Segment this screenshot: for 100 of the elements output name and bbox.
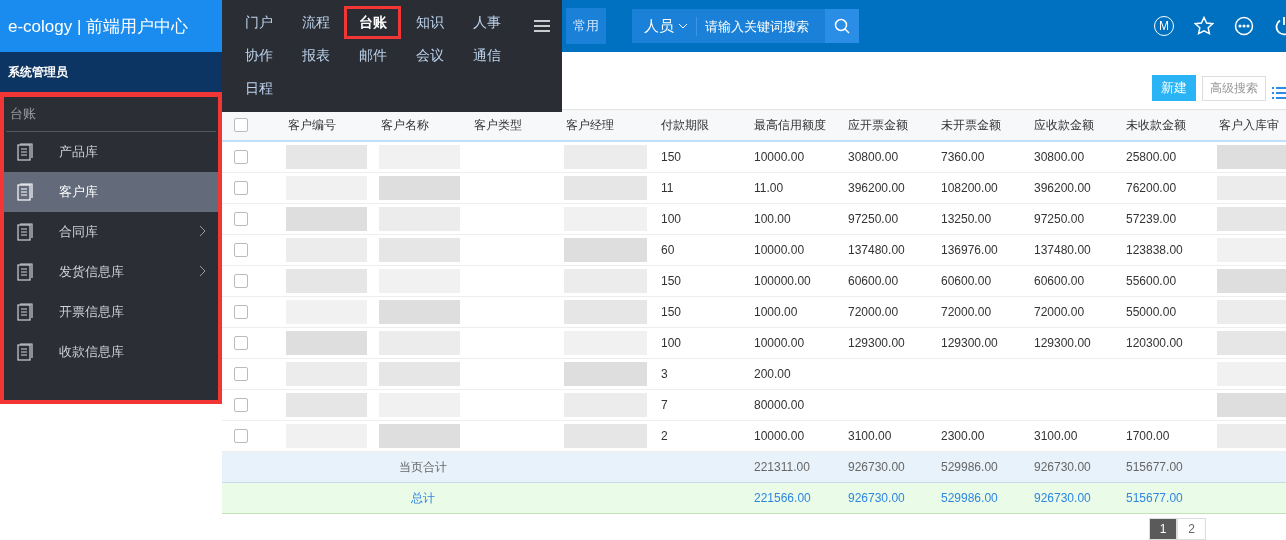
menu-item[interactable]: 台账 [344, 6, 401, 39]
scope-dropdown[interactable]: 人员 [632, 16, 697, 36]
summary-value: 529986.00 [941, 491, 998, 505]
column-header[interactable]: 应开票金额 [840, 109, 933, 141]
table-cell: 60600.00 [1026, 265, 1118, 297]
table-cell: 129300.00 [933, 327, 1026, 359]
row-checkbox[interactable] [234, 150, 248, 164]
table-cell: 3 [653, 358, 746, 390]
sidebar-item[interactable]: 客户库 [4, 172, 218, 212]
table-cell: 200.00 [746, 358, 840, 390]
star-icon[interactable] [1194, 16, 1214, 36]
table-cell: 76200.00 [1118, 172, 1211, 204]
summary-value: 515677.00 [1126, 460, 1183, 474]
menu-item[interactable]: 人事 [458, 6, 515, 39]
redacted-block [1217, 331, 1286, 355]
row-checkbox[interactable] [234, 429, 248, 443]
table-cell: 30800.00 [1026, 141, 1118, 173]
list-view-icon[interactable] [1272, 85, 1286, 101]
section-title: 台账 [6, 97, 216, 132]
row-checkbox[interactable] [234, 212, 248, 226]
table-cell: 13250.00 [933, 203, 1026, 235]
table-cell: 80000.00 [746, 389, 840, 421]
menu-item[interactable]: 知识 [401, 6, 458, 39]
column-header[interactable]: 客户经理 [558, 109, 653, 141]
column-header[interactable]: 付款期限 [653, 109, 746, 141]
summary-value: 926730.00 [1034, 491, 1091, 505]
row-checkbox[interactable] [234, 305, 248, 319]
menu-item[interactable]: 通信 [458, 39, 515, 72]
table-cell: 72000.00 [1026, 296, 1118, 328]
table-cell: 137480.00 [1026, 234, 1118, 266]
table-cell: 396200.00 [840, 172, 933, 204]
select-all-checkbox[interactable] [234, 118, 248, 132]
table-cell: 55600.00 [1118, 265, 1211, 297]
menu-item[interactable]: 报表 [287, 39, 344, 72]
sidebar-item[interactable]: 开票信息库 [4, 292, 218, 332]
menu-item[interactable]: 协作 [230, 39, 287, 72]
search-field[interactable]: 人员 请输入关键词搜索 [632, 9, 859, 43]
table-cell: 7360.00 [933, 141, 1026, 173]
redacted-block [1217, 269, 1286, 293]
redacted-block [1217, 145, 1286, 169]
summary-value: 221311.00 [754, 460, 810, 474]
row-checkbox[interactable] [234, 367, 248, 381]
sidebar-item[interactable]: 收款信息库 [4, 332, 218, 372]
table-cell: 60 [653, 234, 746, 266]
table-cell: 1700.00 [1118, 420, 1211, 452]
column-header[interactable]: 未收款金额 [1118, 109, 1211, 141]
table-cell: 57239.00 [1118, 203, 1211, 235]
row-checkbox[interactable] [234, 243, 248, 257]
table-cell: 150 [653, 141, 746, 173]
row-checkbox[interactable] [234, 398, 248, 412]
more-icon[interactable] [1234, 16, 1254, 36]
table-cell: 100000.00 [746, 265, 840, 297]
document-icon [17, 143, 33, 161]
table-cell: 11 [653, 172, 746, 204]
menu-item[interactable]: 门户 [230, 6, 287, 39]
column-header[interactable]: 最高信用额度 [746, 109, 840, 141]
sidebar-item[interactable]: 合同库 [4, 212, 218, 252]
summary-label: 当页合计 [399, 459, 447, 474]
menu-item[interactable]: 日程 [230, 72, 287, 105]
table-cell: 100 [653, 203, 746, 235]
summary-value: 926730.00 [848, 491, 905, 505]
table-cell: 97250.00 [1026, 203, 1118, 235]
row-checkbox[interactable] [234, 274, 248, 288]
table-cell: 10000.00 [746, 420, 840, 452]
sidebar-item[interactable]: 发货信息库 [4, 252, 218, 292]
page-button[interactable]: 2 [1177, 518, 1206, 540]
column-header[interactable]: 应收款金额 [1026, 109, 1118, 141]
table-cell: 108200.00 [933, 172, 1026, 204]
table-cell: 2 [653, 420, 746, 452]
table-cell: 129300.00 [840, 327, 933, 359]
document-icon [17, 223, 33, 241]
menu-item[interactable]: 邮件 [344, 39, 401, 72]
table-cell: 60600.00 [933, 265, 1026, 297]
search-icon[interactable] [834, 18, 850, 34]
table-cell: 120300.00 [1118, 327, 1211, 359]
menu-icon[interactable] [534, 20, 550, 32]
table-cell: 150 [653, 296, 746, 328]
table-cell: 10000.00 [746, 327, 840, 359]
redacted-block [1217, 393, 1286, 417]
table-cell: 136976.00 [933, 234, 1026, 266]
sidebar-item[interactable]: 产品库 [4, 132, 218, 172]
document-icon [17, 303, 33, 321]
table-cell: 137480.00 [840, 234, 933, 266]
summary-value: 515677.00 [1126, 491, 1183, 505]
chevron-down-icon [678, 23, 688, 29]
user-name: 系统管理员 [0, 52, 222, 92]
table-cell: 30800.00 [840, 141, 933, 173]
menu-item[interactable]: 流程 [287, 6, 344, 39]
menu-item[interactable]: 会议 [401, 39, 458, 72]
summary-value: 926730.00 [1034, 460, 1091, 474]
table-cell: 3100.00 [1026, 420, 1118, 452]
row-checkbox[interactable] [234, 336, 248, 350]
column-header[interactable]: 未开票金额 [933, 109, 1026, 141]
row-checkbox[interactable] [234, 181, 248, 195]
chevron-right-icon [199, 265, 206, 277]
page-button[interactable]: 1 [1148, 518, 1178, 540]
table-cell: 396200.00 [1026, 172, 1118, 204]
column-header[interactable]: 客户入库审 [1211, 109, 1286, 141]
summary-value: 221566.00 [754, 491, 811, 505]
table-cell: 10000.00 [746, 234, 840, 266]
